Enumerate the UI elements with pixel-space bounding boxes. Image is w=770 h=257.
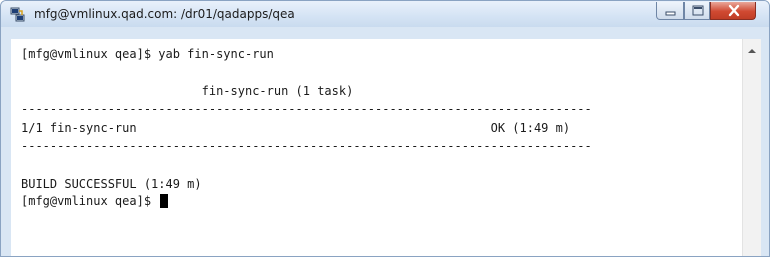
shell-prompt: [mfg@vmlinux qea]$: [21, 194, 159, 208]
terminal-line: 1/1 fin-sync-run OK (1:49 m): [21, 121, 571, 135]
minimize-icon: [665, 11, 676, 16]
terminal-divider: ----------------------------------------…: [21, 102, 592, 116]
terminal-output[interactable]: [mfg@vmlinux qea]$ yab fin-sync-run fin-…: [11, 39, 743, 256]
maximize-icon: [692, 5, 704, 16]
prompt-line: [mfg@vmlinux qea]$: [21, 194, 169, 208]
terminal-line: [mfg@vmlinux qea]$ yab fin-sync-run: [21, 47, 274, 61]
terminal-area[interactable]: [mfg@vmlinux qea]$ yab fin-sync-run fin-…: [11, 39, 761, 256]
terminal-divider: ----------------------------------------…: [21, 139, 592, 153]
close-icon: [728, 4, 740, 17]
title-bar[interactable]: mfg@vmlinux.qad.com: /dr01/qadapps/qea: [1, 1, 769, 27]
vertical-scrollbar[interactable]: [742, 39, 761, 256]
minimize-button[interactable]: [656, 2, 684, 20]
maximize-button[interactable]: [684, 2, 710, 20]
terminal-window: mfg@vmlinux.qad.com: /dr01/qadapps/qea […: [0, 0, 770, 257]
window-title: mfg@vmlinux.qad.com: /dr01/qadapps/qea: [34, 7, 295, 21]
scroll-up-arrow-icon[interactable]: [748, 49, 756, 53]
putty-icon[interactable]: [10, 7, 26, 22]
close-button[interactable]: [710, 2, 756, 20]
terminal-line: BUILD SUCCESSFUL (1:49 m): [21, 177, 202, 191]
terminal-line: fin-sync-run (1 task): [21, 84, 354, 98]
text-cursor: [160, 194, 169, 208]
